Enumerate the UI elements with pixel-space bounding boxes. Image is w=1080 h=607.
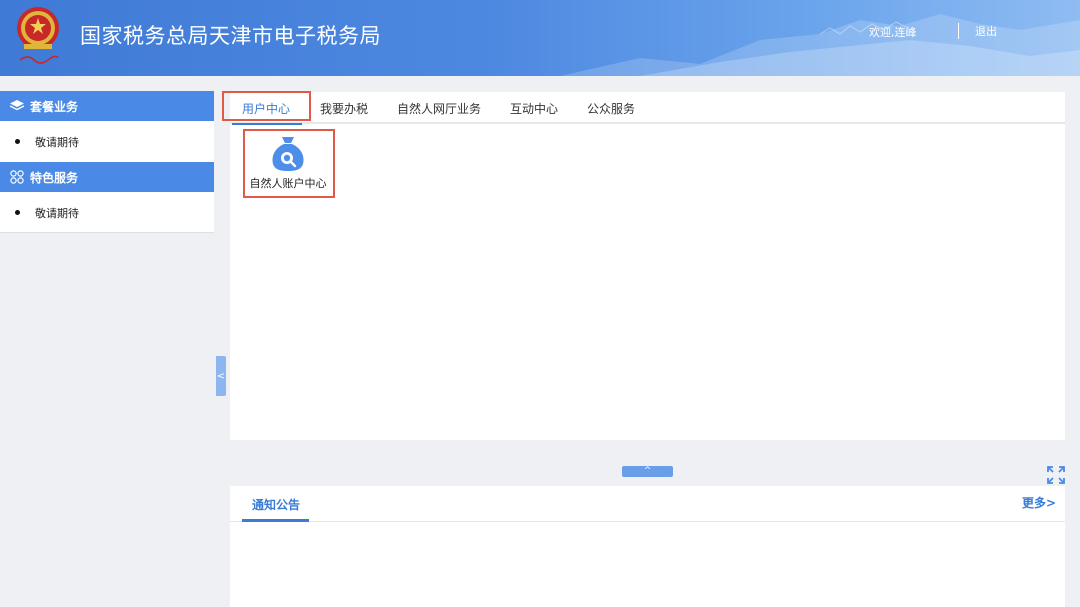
header-divider [958,23,959,39]
sidebar-item-label: 敬请期待 [35,135,79,149]
notice-tab-bar: 通知公告 更多> [230,486,1065,522]
main-panel: 用户中心 我要办税 自然人网厅业务 互动中心 公众服务 自然人账户中心 [222,91,1065,440]
active-tab-indicator [232,123,302,125]
site-header: 国家税务总局天津市电子税务局 欢迎,连峰 退出 [0,0,1080,76]
grid-flower-icon [10,170,24,184]
logout-link[interactable]: 退出 [975,23,997,39]
sidebar: 套餐业务 敬请期待 特色服务 敬请期待 [0,91,214,233]
sidebar-item-label: 敬请期待 [35,206,79,220]
fullscreen-icon[interactable] [1046,465,1066,485]
bullet-icon [15,139,20,144]
sidebar-item-coming-soon[interactable]: 敬请期待 [0,192,214,233]
layers-icon [10,100,24,111]
bullet-icon [15,210,20,215]
tab-notices[interactable]: 通知公告 [252,496,300,513]
sidebar-group-package-services[interactable]: 套餐业务 [0,91,214,121]
more-link[interactable]: 更多> [1022,494,1056,511]
tab-public-services[interactable]: 公众服务 [587,100,635,117]
welcome-text: 欢迎,连峰 [869,26,917,39]
sidebar-item-coming-soon[interactable]: 敬请期待 [0,121,214,162]
national-emblem-icon [17,7,59,64]
sidebar-collapse-button[interactable]: < [216,356,226,396]
tab-individual-hall[interactable]: 自然人网厅业务 [397,100,481,117]
panel-expand-button[interactable]: ^ [622,466,673,477]
tab-interaction-center[interactable]: 互动中心 [510,100,558,117]
highlight-box-tile [243,129,335,198]
sidebar-group-special-services[interactable]: 特色服务 [0,162,214,192]
tab-tax-filing[interactable]: 我要办税 [320,100,368,117]
highlight-box-tab [222,91,311,121]
sidebar-group-label: 套餐业务 [30,99,79,114]
site-title: 国家税务总局天津市电子税务局 [80,24,381,48]
sidebar-group-label: 特色服务 [30,170,79,185]
tab-bar: 用户中心 我要办税 自然人网厅业务 互动中心 公众服务 [230,92,1065,125]
notice-panel: 通知公告 更多> [230,486,1065,607]
active-notice-indicator [242,519,309,522]
